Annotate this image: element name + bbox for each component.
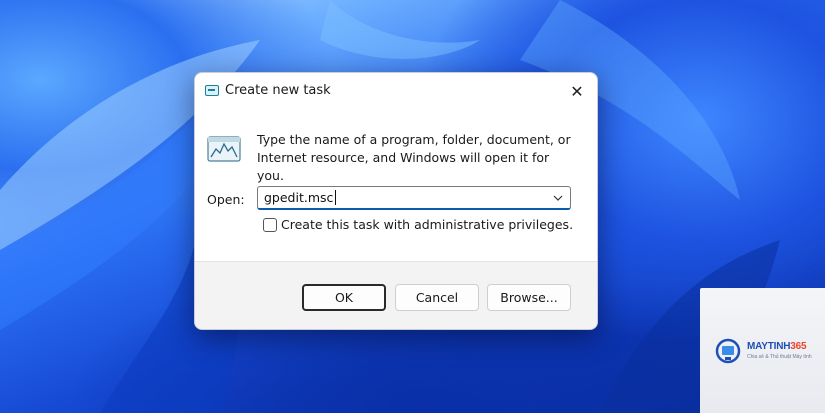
browse-button[interactable]: Browse...: [487, 284, 571, 311]
run-window-icon: [205, 85, 219, 96]
close-icon: ✕: [570, 81, 584, 101]
chevron-down-icon: [553, 195, 563, 201]
ok-button[interactable]: OK: [302, 284, 386, 311]
dropdown-button[interactable]: [550, 189, 566, 207]
dialog-footer: OK Cancel Browse...: [195, 261, 597, 329]
watermark-logo: MAYTINH365 Chia sẻ & Thủ thuật Máy tính: [700, 288, 825, 413]
create-new-task-dialog: Create new task ✕ Type the name of a pro…: [194, 72, 598, 330]
admin-privileges-checkbox[interactable]: [263, 218, 277, 232]
watermark-brand: MAYTINH365: [747, 341, 807, 352]
dialog-title: Create new task: [225, 83, 331, 98]
open-label: Open:: [207, 192, 245, 207]
cancel-button[interactable]: Cancel: [395, 284, 479, 311]
dialog-description: Type the name of a program, folder, docu…: [257, 131, 577, 185]
text-caret: [335, 190, 337, 205]
watermark-tagline: Chia sẻ & Thủ thuật Máy tính: [747, 354, 812, 360]
run-program-icon: [207, 136, 241, 162]
dialog-titlebar: Create new task ✕: [195, 73, 597, 109]
description-line-2: Internet resource, and Windows will open…: [257, 150, 550, 183]
monitor-logo-icon: [715, 338, 741, 364]
description-line-1: Type the name of a program, folder, docu…: [257, 132, 571, 147]
open-input[interactable]: gpedit.msc: [264, 190, 337, 205]
admin-privileges-label[interactable]: Create this task with administrative pri…: [281, 217, 573, 232]
close-button[interactable]: ✕: [563, 77, 591, 105]
open-combobox[interactable]: gpedit.msc: [257, 186, 571, 210]
